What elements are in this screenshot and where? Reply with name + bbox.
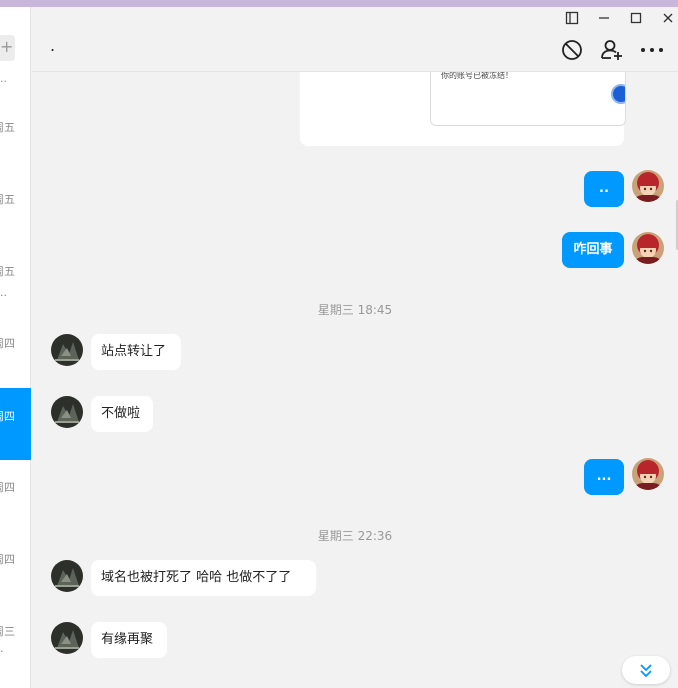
message-bubble-incoming[interactable]: 站点转让了 xyxy=(91,334,181,370)
sidebar-item-time: 周五 xyxy=(0,265,15,278)
block-icon[interactable] xyxy=(559,37,585,63)
window-top-border xyxy=(0,0,678,7)
sidebar-item[interactable]: 周五 .. xyxy=(0,219,31,298)
message-timestamp: 星期三 18:45 xyxy=(317,303,393,317)
my-avatar[interactable] xyxy=(632,170,664,202)
sidebar-item-preview: .. xyxy=(0,72,7,85)
more-icon[interactable] xyxy=(639,37,665,63)
conversation-sidebar: + .. 周五 周五 周五 .. 周四 周四 周四 周四 周三 . xyxy=(0,7,31,688)
maximize-icon[interactable] xyxy=(626,11,646,29)
sidebar-item-preview: . xyxy=(0,642,4,655)
plus-icon: + xyxy=(0,37,14,56)
sidebar-item[interactable]: 周四 xyxy=(0,507,31,579)
chat-header: . xyxy=(32,7,678,72)
sidebar-item[interactable]: 周四 xyxy=(0,435,31,507)
chevron-double-down-icon xyxy=(639,662,653,682)
scroll-to-bottom-button[interactable] xyxy=(622,656,670,684)
my-avatar[interactable] xyxy=(632,458,664,490)
my-avatar[interactable] xyxy=(632,232,664,264)
contact-avatar[interactable] xyxy=(51,560,83,592)
chat-title: . xyxy=(50,36,56,55)
message-bubble-outgoing[interactable]: ... xyxy=(584,459,624,495)
minimize-icon[interactable] xyxy=(594,11,614,29)
sidebar-item[interactable]: 周四 xyxy=(0,291,31,363)
sidebar-item[interactable]: 周五 xyxy=(0,147,31,219)
message-bubble-outgoing[interactable]: 咋回事 xyxy=(562,232,624,268)
sidebar-item-time: 周五 xyxy=(0,193,15,206)
message-timestamp: 星期三 22:36 xyxy=(317,529,393,543)
contact-avatar[interactable] xyxy=(51,334,83,366)
sidebar-item-time: 周四 xyxy=(0,481,15,494)
sidebar-item-time: 周四 xyxy=(0,337,15,350)
close-icon[interactable] xyxy=(658,11,678,29)
add-conversation-button[interactable]: + xyxy=(0,35,15,61)
shared-card-message[interactable]: 你的账号已被冻结！ xyxy=(300,72,626,146)
message-bubble-incoming[interactable]: 有缘再聚 xyxy=(91,622,167,658)
sidebar-item-time: 周五 xyxy=(0,121,15,134)
sidebar-toggle-icon[interactable] xyxy=(562,11,582,29)
sidebar-item-time: 周三 xyxy=(0,625,15,638)
sidebar-item-time: 周四 xyxy=(0,553,15,566)
card-preview: 你的账号已被冻结！ xyxy=(430,72,626,126)
sidebar-item[interactable]: .. 周五 xyxy=(0,67,31,139)
message-list[interactable]: 你的账号已被冻结！ .. 咋回事 星期三 18:45 站点转让了 不做啦 ...… xyxy=(32,72,678,688)
sidebar-item[interactable]: 周三 . xyxy=(0,579,31,655)
add-user-icon[interactable] xyxy=(599,37,625,63)
contact-avatar[interactable] xyxy=(51,396,83,428)
message-bubble-incoming[interactable]: 不做啦 xyxy=(91,396,153,432)
sidebar-item-time: 周四 xyxy=(0,410,15,423)
toggle-icon xyxy=(611,84,625,104)
message-bubble-outgoing[interactable]: .. xyxy=(584,171,624,207)
contact-avatar[interactable] xyxy=(51,622,83,654)
message-bubble-incoming[interactable]: 域名也被打死了 哈哈 也做不了了 xyxy=(91,560,316,596)
card-text: 你的账号已被冻结！ xyxy=(441,72,513,80)
